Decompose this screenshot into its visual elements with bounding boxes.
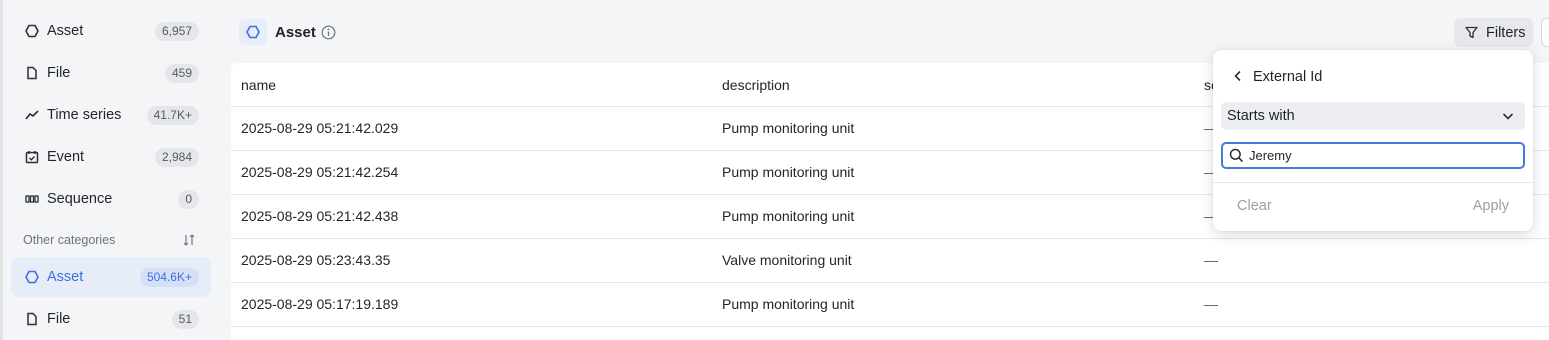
sidebar-edge <box>0 0 3 340</box>
sidebar: Asset 6,957 File 459 Time series 41.7K+ … <box>0 0 220 340</box>
sidebar-item-label: Asset <box>47 23 84 39</box>
sidebar-item-label: Event <box>47 149 85 165</box>
table-row[interactable]: 2025-08-29 05:17:19.189 Pump monitoring … <box>231 282 1549 326</box>
filter-property-title: External Id <box>1253 69 1323 85</box>
sidebar-item-label: Sequence <box>47 191 113 207</box>
hexagon-icon <box>23 268 41 286</box>
sidebar-item-label: Time series <box>47 107 122 123</box>
sidebar-item-file[interactable]: File 459 <box>11 53 211 93</box>
cell-source: — <box>1204 252 1218 268</box>
chevron-down-icon <box>1501 109 1515 123</box>
filters-button[interactable]: Filters <box>1454 18 1533 47</box>
cell-name: 2025-08-29 05:21:42.254 <box>241 164 399 180</box>
cell-description: Pump monitoring unit <box>722 296 855 312</box>
filter-search-field[interactable] <box>1221 142 1525 169</box>
filters-label: Filters <box>1486 24 1526 41</box>
operator-selected-value: Starts with <box>1227 108 1295 124</box>
count-badge: 459 <box>164 64 199 83</box>
sequence-icon <box>23 190 41 208</box>
filter-popover: External Id Starts with Clear Apply <box>1213 50 1533 231</box>
section-label-other-categories: Other categories <box>23 233 116 247</box>
chevron-left-icon[interactable] <box>1231 69 1245 83</box>
filter-search-input[interactable] <box>1249 148 1509 163</box>
sidebar-item-asset[interactable]: Asset 6,957 <box>11 11 211 51</box>
hexagon-icon <box>239 19 267 45</box>
sidebar-item-sequence[interactable]: Sequence 0 <box>11 179 211 219</box>
operator-select[interactable]: Starts with <box>1221 102 1525 130</box>
count-badge: 504.6K+ <box>139 268 199 287</box>
cell-description: Pump monitoring unit <box>722 208 855 224</box>
file-icon <box>23 64 41 82</box>
clear-button[interactable]: Clear <box>1237 198 1272 214</box>
count-badge: 0 <box>178 190 199 209</box>
column-header-description[interactable]: description <box>722 77 790 93</box>
sort-icon[interactable] <box>180 231 198 249</box>
sidebar-item-event[interactable]: Event 2,984 <box>11 137 211 177</box>
file-icon <box>23 310 41 328</box>
cell-name: 2025-08-29 05:23:43.35 <box>241 252 391 268</box>
sidebar-item-label: File <box>47 311 71 327</box>
count-badge: 41.7K+ <box>146 106 199 125</box>
filter-icon <box>1464 26 1478 40</box>
sidebar-item-time-series[interactable]: Time series 41.7K+ <box>11 95 211 135</box>
cell-description: Pump monitoring unit <box>722 120 855 136</box>
count-badge: 2,984 <box>154 148 199 167</box>
cell-description: Valve monitoring unit <box>722 252 852 268</box>
toolbar-button[interactable] <box>1541 18 1549 47</box>
calendar-icon <box>23 148 41 166</box>
hexagon-icon <box>23 22 41 40</box>
info-icon[interactable] <box>320 24 336 40</box>
count-badge: 6,957 <box>154 22 199 41</box>
sidebar-item-label: Asset <box>47 269 84 285</box>
cell-source: — <box>1204 296 1218 312</box>
sidebar-item-other-file[interactable]: File 51 <box>11 299 211 339</box>
timeseries-icon <box>23 106 41 124</box>
table-row <box>231 326 1549 340</box>
cell-name: 2025-08-29 05:21:42.029 <box>241 120 399 136</box>
count-badge: 51 <box>171 310 199 329</box>
search-icon <box>1228 148 1244 164</box>
cell-description: Pump monitoring unit <box>722 164 855 180</box>
table-row[interactable]: 2025-08-29 05:23:43.35 Valve monitoring … <box>231 238 1549 282</box>
divider <box>1213 182 1533 183</box>
page-title: Asset <box>275 24 316 41</box>
apply-button[interactable]: Apply <box>1473 198 1509 214</box>
sidebar-item-other-asset[interactable]: Asset 504.6K+ <box>11 257 211 297</box>
column-header-name[interactable]: name <box>241 77 276 93</box>
sidebar-item-label: File <box>47 65 71 81</box>
cell-name: 2025-08-29 05:17:19.189 <box>241 296 399 312</box>
cell-name: 2025-08-29 05:21:42.438 <box>241 208 399 224</box>
